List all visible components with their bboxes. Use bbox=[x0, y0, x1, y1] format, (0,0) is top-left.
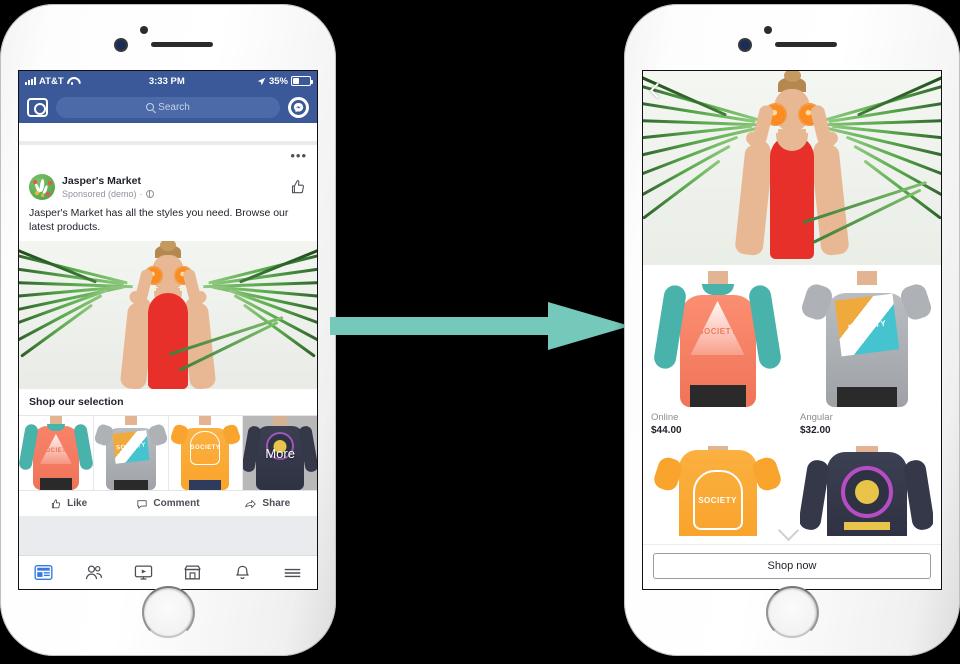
product-thumbnail[interactable]: SOCIETY bbox=[168, 416, 244, 490]
sponsored-post-card: ••• Jasper's Market Sponsored (demo) · J… bbox=[19, 145, 317, 516]
product-row: SOCIETY bbox=[643, 440, 941, 542]
product-name: Angular bbox=[800, 412, 833, 423]
signal-bars-icon bbox=[25, 77, 36, 85]
marketplace-store-icon bbox=[184, 565, 202, 580]
news-feed-icon bbox=[34, 565, 53, 580]
page-name-label[interactable]: Jasper's Market bbox=[62, 175, 282, 188]
proximity-sensor-dot bbox=[764, 26, 772, 34]
front-camera-dot bbox=[116, 40, 126, 50]
canvas-ad-experience: SOCIETY Online $44.00 SOCIETY Angular $3… bbox=[643, 71, 941, 589]
post-options-row[interactable]: ••• bbox=[19, 145, 317, 167]
canvas-hero-image bbox=[643, 71, 941, 265]
comment-bubble-icon bbox=[137, 499, 148, 509]
comment-button[interactable]: Comment bbox=[118, 491, 217, 516]
right-iphone-device: SOCIETY Online $44.00 SOCIETY Angular $3… bbox=[624, 4, 960, 656]
watch-video-icon bbox=[134, 565, 152, 580]
product-image: SOCIETY bbox=[651, 271, 784, 407]
product-price: $32.00 bbox=[800, 425, 831, 436]
search-input[interactable]: Search bbox=[56, 96, 280, 118]
tab-marketplace[interactable] bbox=[168, 564, 218, 581]
shop-now-button[interactable]: Shop now bbox=[653, 553, 931, 579]
product-card[interactable]: SOCIETY Online $44.00 bbox=[643, 265, 792, 440]
news-feed[interactable]: ••• Jasper's Market Sponsored (demo) · J… bbox=[19, 123, 317, 589]
right-phone-screen: SOCIETY Online $44.00 SOCIETY Angular $3… bbox=[642, 70, 942, 590]
thumbs-up-outline-icon[interactable] bbox=[289, 178, 307, 196]
camera-icon[interactable] bbox=[27, 97, 48, 117]
post-text: Jasper's Market has all the styles you n… bbox=[29, 207, 289, 233]
clock-label: 3:33 PM bbox=[148, 75, 185, 87]
post-action-bar: Like Comment Share bbox=[19, 490, 317, 516]
home-button[interactable] bbox=[141, 585, 195, 639]
battery-icon bbox=[290, 76, 313, 86]
battery-percent-label: 35% bbox=[268, 75, 288, 87]
globe-icon bbox=[145, 189, 154, 198]
product-image bbox=[800, 446, 933, 536]
bottom-tab-bar bbox=[19, 555, 317, 589]
like-label: Like bbox=[67, 498, 88, 509]
share-button[interactable]: Share bbox=[218, 491, 317, 516]
facebook-top-nav: Search bbox=[19, 91, 317, 123]
product-thumbnail[interactable]: SOCIETY bbox=[93, 416, 169, 490]
product-name: Online bbox=[651, 412, 679, 423]
avatar[interactable] bbox=[29, 174, 55, 200]
messenger-icon[interactable] bbox=[288, 96, 309, 118]
home-button[interactable] bbox=[765, 585, 819, 639]
post-meta: Sponsored (demo) · bbox=[62, 188, 282, 200]
carrier-label: AT&T bbox=[39, 75, 64, 87]
collection-title: Shop our selection bbox=[19, 389, 317, 416]
product-image: SOCIETY bbox=[800, 271, 933, 407]
product-thumbnail[interactable]: More bbox=[243, 416, 317, 490]
left-iphone-device: AT&T 3:33 PM 35% Search ••• Jasper's Mar… bbox=[0, 4, 336, 656]
friends-icon bbox=[85, 565, 102, 580]
search-placeholder: Search bbox=[158, 101, 190, 113]
cta-container: Shop now bbox=[643, 544, 941, 589]
product-card[interactable]: SOCIETY Angular $32.00 bbox=[792, 265, 941, 440]
tab-news-feed[interactable] bbox=[19, 564, 69, 581]
product-row: SOCIETY Online $44.00 SOCIETY Angular $3… bbox=[643, 265, 941, 440]
location-arrow-icon bbox=[257, 77, 266, 85]
hamburger-menu-icon bbox=[284, 568, 300, 577]
left-phone-screen: AT&T 3:33 PM 35% Search ••• Jasper's Mar… bbox=[18, 70, 318, 590]
product-thumbnail-strip[interactable]: SOCIETY SOCIETY SOCIETY More bbox=[19, 416, 317, 490]
earpiece-speaker bbox=[151, 42, 213, 47]
share-label: Share bbox=[262, 498, 291, 509]
post-header: Jasper's Market Sponsored (demo) · bbox=[19, 167, 317, 202]
product-card[interactable]: SOCIETY bbox=[643, 440, 792, 540]
product-image: SOCIETY bbox=[651, 446, 784, 536]
bell-icon bbox=[236, 565, 249, 579]
search-icon bbox=[146, 103, 155, 111]
post-hero-image[interactable] bbox=[19, 241, 317, 389]
share-arrow-icon bbox=[245, 499, 257, 508]
feed-top-spacer bbox=[19, 123, 317, 141]
tab-notifications[interactable] bbox=[218, 564, 268, 582]
wifi-icon bbox=[67, 77, 77, 85]
tab-watch[interactable] bbox=[118, 564, 168, 581]
thumbs-up-icon bbox=[52, 498, 61, 508]
comment-label: Comment bbox=[153, 498, 200, 509]
like-button[interactable]: Like bbox=[19, 491, 118, 516]
meta-separator: · bbox=[139, 188, 143, 199]
product-price: $44.00 bbox=[651, 425, 682, 436]
product-thumbnail[interactable]: SOCIETY bbox=[19, 416, 94, 490]
front-camera-dot bbox=[740, 40, 750, 50]
tab-friends[interactable] bbox=[69, 564, 119, 581]
more-overlay-label[interactable]: More bbox=[243, 416, 317, 490]
tab-menu[interactable] bbox=[267, 566, 317, 580]
earpiece-speaker bbox=[775, 42, 837, 47]
proximity-sensor-dot bbox=[140, 26, 148, 34]
transition-arrow bbox=[330, 302, 630, 350]
screenshot-stage: AT&T 3:33 PM 35% Search ••• Jasper's Mar… bbox=[0, 0, 960, 664]
sponsored-label: Sponsored (demo) bbox=[62, 188, 137, 199]
more-options-icon[interactable]: ••• bbox=[290, 149, 307, 162]
product-card[interactable] bbox=[792, 440, 941, 540]
product-grid[interactable]: SOCIETY Online $44.00 SOCIETY Angular $3… bbox=[643, 265, 941, 544]
status-bar: AT&T 3:33 PM 35% bbox=[19, 71, 317, 91]
